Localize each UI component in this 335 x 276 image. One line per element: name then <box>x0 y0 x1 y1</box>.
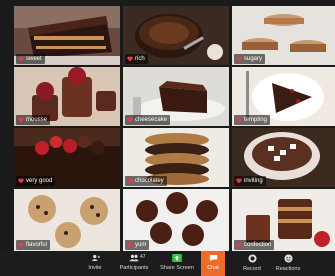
video-tile[interactable]: inviting <box>232 128 335 187</box>
record-button[interactable]: Record <box>241 251 263 276</box>
participant-name: chocolatey <box>125 176 167 186</box>
video-tile-active-speaker[interactable]: cheesecake <box>123 67 229 126</box>
video-tile[interactable]: confection <box>232 189 335 251</box>
share-screen-icon <box>172 254 182 262</box>
participant-name: very good <box>16 176 56 186</box>
heart-icon <box>236 242 242 248</box>
participant-name: cheesecake <box>125 115 171 125</box>
heart-icon <box>236 56 242 62</box>
video-tile[interactable]: sugary <box>232 6 335 65</box>
participant-name: rich <box>125 54 148 64</box>
video-tile[interactable]: sweet <box>14 6 120 65</box>
participants-button[interactable]: 47 Participants <box>116 251 152 276</box>
participant-name: yum <box>125 240 150 250</box>
heart-icon <box>18 117 24 123</box>
participant-name: mousse <box>16 115 51 125</box>
heart-icon <box>127 56 133 62</box>
participant-name: inviting <box>234 176 266 186</box>
heart-icon <box>18 242 24 248</box>
record-icon <box>247 254 257 263</box>
heart-icon <box>18 56 24 62</box>
video-tile[interactable]: rich <box>123 6 229 65</box>
video-tile[interactable]: tempting <box>232 67 335 126</box>
participant-name: sweet <box>16 54 45 64</box>
smiley-icon <box>283 254 293 263</box>
video-tile[interactable]: flavorful <box>14 189 120 251</box>
add-person-icon <box>91 254 100 261</box>
heart-icon <box>18 178 24 184</box>
participant-name: confection <box>234 240 275 250</box>
participant-name: flavorful <box>16 240 51 250</box>
chat-icon <box>209 255 217 262</box>
meeting-toolbar: Invite 47 Participants Share Screen Chat… <box>0 251 335 276</box>
heart-icon <box>127 242 133 248</box>
heart-icon <box>127 178 133 184</box>
invite-button[interactable]: Invite <box>84 251 106 276</box>
video-tile[interactable]: mousse <box>14 67 120 126</box>
heart-icon <box>127 117 133 123</box>
heart-icon <box>236 117 242 123</box>
participants-icon <box>129 254 139 262</box>
video-tile[interactable]: chocolatey <box>123 128 229 187</box>
video-tile[interactable]: yum <box>123 189 229 251</box>
chat-button[interactable]: Chat <box>201 251 225 276</box>
share-screen-button[interactable]: Share Screen <box>160 251 194 276</box>
participant-name: sugary <box>234 54 266 64</box>
video-gallery: sweet rich sugary mousse cheesecake temp… <box>0 0 335 251</box>
reactions-button[interactable]: Reactions <box>274 251 302 276</box>
video-tile[interactable]: very good <box>14 128 120 187</box>
heart-icon <box>236 178 242 184</box>
participant-name: tempting <box>234 115 271 125</box>
participant-count: 47 <box>140 254 146 260</box>
